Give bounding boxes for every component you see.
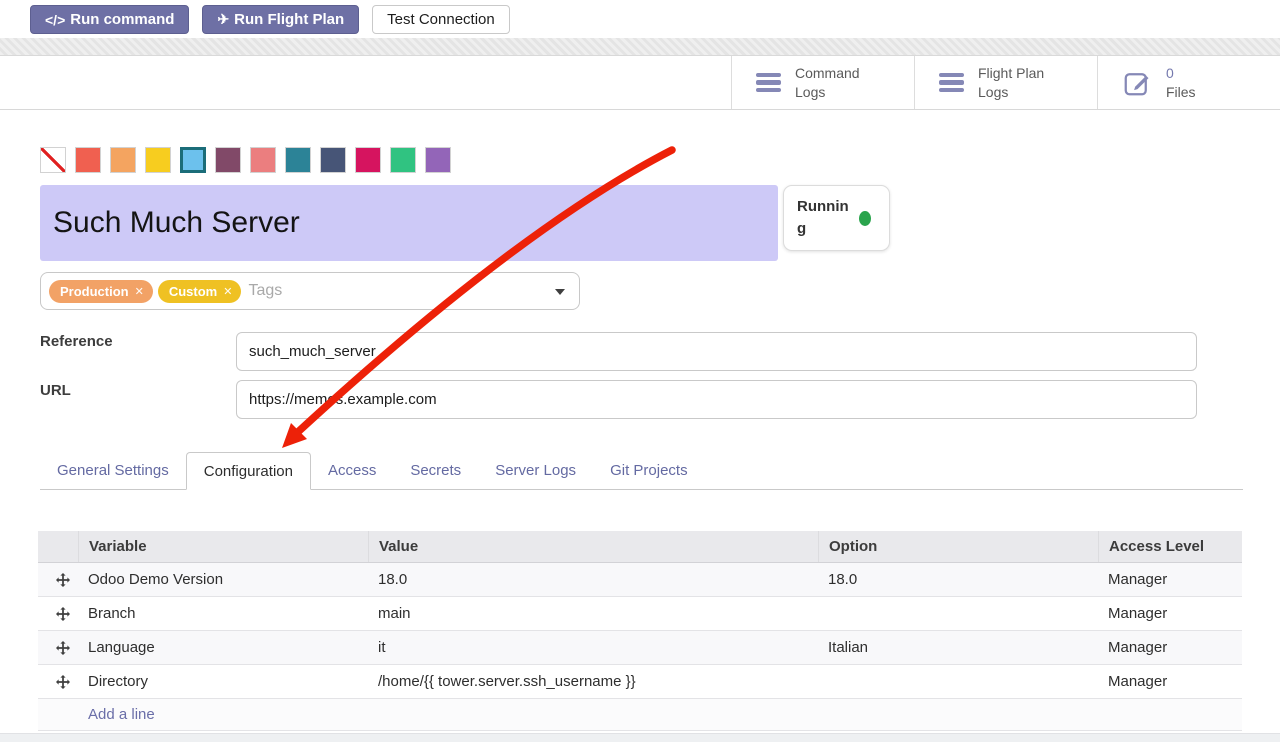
palette-swatch[interactable] — [390, 147, 416, 173]
cell-value[interactable]: /home/{{ tower.server.ssh_username }} — [368, 673, 818, 690]
column-header-variable: Variable — [78, 531, 368, 562]
palette-swatch[interactable] — [75, 147, 101, 173]
list-lines-icon — [939, 73, 964, 93]
tab-access[interactable]: Access — [311, 452, 393, 489]
drag-handle-icon[interactable] — [38, 641, 78, 655]
palette-swatch[interactable] — [320, 147, 346, 173]
url-label: URL — [40, 382, 71, 399]
tag-label: Custom — [169, 284, 217, 299]
url-input[interactable] — [236, 380, 1197, 419]
palette-swatch[interactable] — [215, 147, 241, 173]
cell-access-level[interactable]: Manager — [1098, 639, 1242, 656]
add-line-row: Add a line — [38, 699, 1242, 731]
palette-swatch[interactable] — [250, 147, 276, 173]
command-logs-button[interactable]: CommandLogs — [731, 56, 914, 109]
status-button[interactable]: Running — [783, 185, 890, 251]
cell-option[interactable]: 18.0 — [818, 571, 1098, 588]
dropdown-caret-icon[interactable] — [555, 289, 565, 295]
table-header-row: Variable Value Option Access Level — [38, 531, 1242, 563]
drag-handle-icon[interactable] — [38, 675, 78, 689]
tab-secrets[interactable]: Secrets — [393, 452, 478, 489]
reference-label: Reference — [40, 333, 113, 350]
table-row: Directory /home/{{ tower.server.ssh_user… — [38, 665, 1242, 699]
tag-pill: Custom ✕ — [158, 280, 242, 303]
palette-swatch[interactable] — [110, 147, 136, 173]
cell-variable[interactable]: Language — [78, 639, 368, 656]
palette-swatch-no-color[interactable] — [40, 147, 66, 173]
tag-label: Production — [60, 284, 129, 299]
tags-input[interactable]: Production ✕ Custom ✕ Tags — [40, 272, 580, 310]
configuration-table: Variable Value Option Access Level Odoo … — [38, 531, 1242, 731]
code-icon: </> — [45, 12, 65, 28]
cell-value[interactable]: 18.0 — [368, 571, 818, 588]
tab-configuration[interactable]: Configuration — [186, 452, 311, 490]
column-header-value: Value — [368, 531, 818, 562]
run-flight-plan-button[interactable]: ✈ Run Flight Plan — [202, 5, 359, 34]
command-logs-label: CommandLogs — [795, 64, 860, 100]
files-button[interactable]: 0 Files — [1097, 56, 1280, 109]
cell-option[interactable]: Italian — [818, 639, 1098, 656]
page-title: Such Much Server — [40, 206, 300, 240]
top-toolbar: </> Run command ✈ Run Flight Plan Test C… — [0, 0, 1280, 38]
flight-plan-logs-label: Flight PlanLogs — [978, 64, 1044, 100]
files-count: 0 — [1166, 64, 1196, 82]
list-lines-icon — [756, 73, 781, 93]
run-command-label: Run command — [70, 11, 174, 28]
drag-column-header — [38, 531, 78, 562]
palette-swatch[interactable] — [285, 147, 311, 173]
cell-value[interactable]: it — [368, 639, 818, 656]
status-label: Running — [797, 196, 853, 240]
palette-swatch-selected[interactable] — [180, 147, 206, 173]
tab-general-settings[interactable]: General Settings — [40, 452, 186, 489]
tag-remove-icon[interactable]: ✕ — [223, 285, 232, 298]
tags-placeholder: Tags — [248, 282, 282, 300]
column-header-option: Option — [818, 531, 1098, 562]
column-header-access-level: Access Level — [1098, 531, 1242, 562]
tag-remove-icon[interactable]: ✕ — [135, 285, 144, 298]
drag-handle-icon[interactable] — [38, 607, 78, 621]
test-connection-button[interactable]: Test Connection — [372, 5, 510, 34]
flight-plan-logs-button[interactable]: Flight PlanLogs — [914, 56, 1097, 109]
bottom-strip — [0, 733, 1280, 742]
cell-variable[interactable]: Directory — [78, 673, 368, 690]
color-palette — [40, 147, 451, 173]
drag-handle-icon[interactable] — [38, 573, 78, 587]
run-command-button[interactable]: </> Run command — [30, 5, 189, 34]
reference-input[interactable] — [236, 332, 1197, 371]
edit-pencil-icon — [1122, 68, 1152, 98]
cell-access-level[interactable]: Manager — [1098, 605, 1242, 622]
palette-swatch[interactable] — [425, 147, 451, 173]
cell-value[interactable]: main — [368, 605, 818, 622]
tab-server-logs[interactable]: Server Logs — [478, 452, 593, 489]
stat-button-group: CommandLogs Flight PlanLogs 0 F — [731, 56, 1280, 109]
cell-access-level[interactable]: Manager — [1098, 673, 1242, 690]
divider-strip — [0, 38, 1280, 56]
cell-variable[interactable]: Odoo Demo Version — [78, 571, 368, 588]
header-band: CommandLogs Flight PlanLogs 0 F — [0, 56, 1280, 110]
cell-variable[interactable]: Branch — [78, 605, 368, 622]
server-title-input[interactable]: Such Much Server — [40, 185, 778, 261]
cell-access-level[interactable]: Manager — [1098, 571, 1242, 588]
files-label: 0 Files — [1166, 64, 1196, 100]
tab-git-projects[interactable]: Git Projects — [593, 452, 705, 489]
table-body: Odoo Demo Version 18.0 18.0 Manager Bran… — [38, 563, 1242, 731]
tab-bar: General Settings Configuration Access Se… — [40, 452, 1243, 490]
tag-pill: Production ✕ — [49, 280, 153, 303]
status-dot-icon — [859, 211, 871, 226]
run-flight-plan-label: Run Flight Plan — [234, 11, 344, 28]
table-row: Language it Italian Manager — [38, 631, 1242, 665]
palette-swatch[interactable] — [145, 147, 171, 173]
table-row: Branch main Manager — [38, 597, 1242, 631]
page: </> Run command ✈ Run Flight Plan Test C… — [0, 0, 1280, 742]
add-a-line-link[interactable]: Add a line — [88, 706, 155, 723]
table-row: Odoo Demo Version 18.0 18.0 Manager — [38, 563, 1242, 597]
palette-swatch[interactable] — [355, 147, 381, 173]
plane-icon: ✈ — [217, 11, 229, 28]
